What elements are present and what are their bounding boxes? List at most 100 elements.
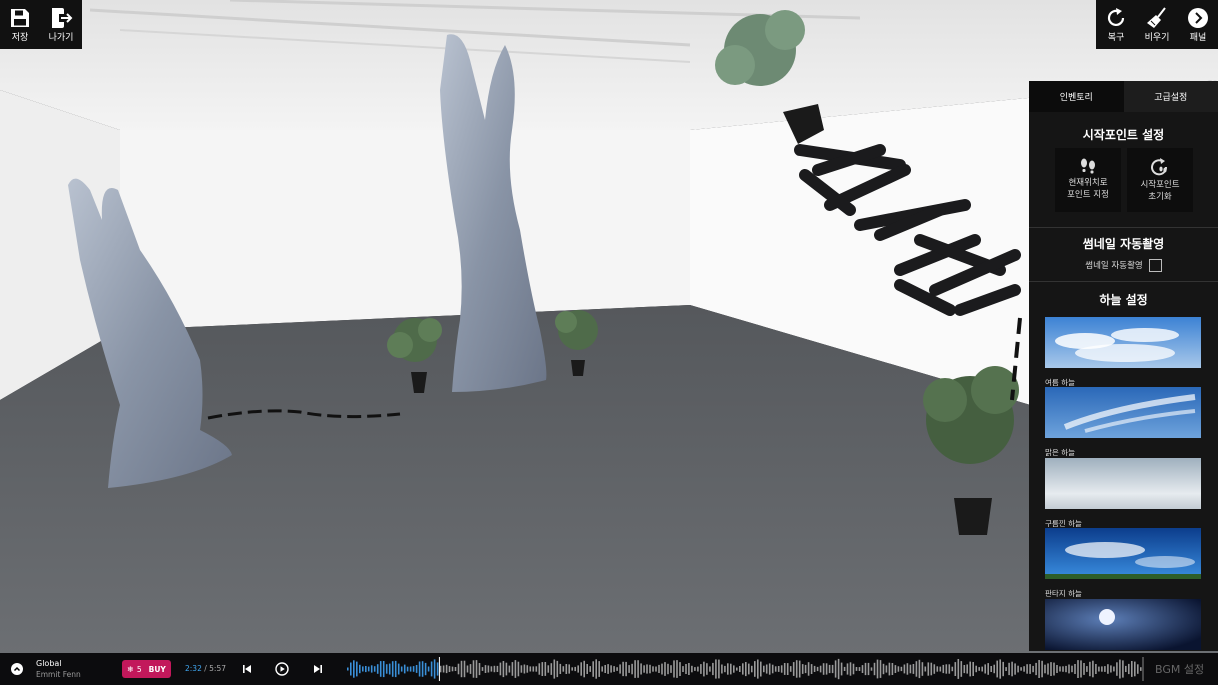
sky-thumbnail — [1045, 458, 1201, 509]
waveform-bar — [798, 660, 801, 678]
waveform-bar — [679, 662, 681, 676]
save-icon — [11, 9, 29, 27]
waveform-bar — [840, 662, 843, 676]
waveform-bar — [721, 664, 723, 674]
waveform-bar — [359, 664, 361, 674]
waveform-bar — [993, 664, 995, 674]
waveform-bar — [610, 665, 612, 673]
sky-option-night[interactable] — [1045, 599, 1201, 651]
waveform-bar — [421, 661, 424, 677]
sky-option-fantasy[interactable]: 판타지 하늘 — [1045, 528, 1201, 599]
waveform-bar — [553, 659, 556, 679]
waveform-bar — [664, 662, 666, 676]
waveform-bar — [403, 664, 406, 674]
waveform-bar — [353, 660, 355, 678]
sky-option-label: 맑은 하늘 — [1045, 448, 1075, 457]
waveform-bar — [1134, 661, 1136, 677]
exit-button[interactable]: 나가기 — [44, 4, 78, 44]
waveform-bar — [1068, 664, 1070, 674]
waveform-bar — [1071, 665, 1073, 673]
waveform-bar — [451, 666, 454, 672]
waveform-bar — [1140, 667, 1142, 671]
waveform-bar — [646, 664, 648, 674]
waveform-bar — [921, 662, 924, 676]
waveform-bar — [463, 660, 466, 678]
waveform-bar — [661, 663, 663, 675]
thumbnail-auto-label: 썸네일 자동촬영 — [1085, 261, 1143, 271]
waveform-bar — [487, 665, 490, 673]
collapse-button[interactable] — [11, 663, 23, 675]
waveform-bar — [972, 662, 974, 676]
waveform-bar — [1137, 664, 1139, 674]
waveform-bar — [730, 663, 732, 675]
buy-button[interactable]: ❄ 5 BUY — [122, 660, 171, 678]
reset-start-point-button[interactable]: 시작포인트 초기화 — [1127, 148, 1193, 212]
artist-name: Emmit Fenn — [36, 670, 81, 679]
waveform-bar — [362, 666, 364, 672]
waveform-bar — [1020, 667, 1022, 671]
clear-button[interactable]: 비우기 — [1140, 4, 1174, 44]
playlist-name: Global — [36, 659, 62, 668]
waveform-bar — [915, 661, 918, 677]
save-button[interactable]: 저장 — [3, 4, 37, 44]
waveform-bar — [1086, 666, 1088, 672]
clear-label: 비우기 — [1144, 33, 1170, 43]
waveform-bar — [1116, 662, 1118, 676]
waveform-bar — [538, 663, 541, 675]
tab-inventory[interactable]: 인벤토리 — [1029, 81, 1124, 112]
waveform-bar — [804, 664, 807, 674]
reset-footprints-icon — [1151, 158, 1168, 176]
sky-option-cloudy[interactable]: 구름낀 하늘 — [1045, 458, 1201, 529]
waveform-bar — [1002, 661, 1004, 677]
waveform-bar — [367, 666, 370, 672]
thumbnail-auto-checkbox[interactable] — [1148, 258, 1162, 272]
waveform-bar — [780, 665, 783, 673]
waveform-bar — [822, 663, 825, 675]
waveform-bar — [751, 665, 753, 673]
waveform-bar — [1032, 665, 1034, 673]
waveform-bar — [643, 665, 645, 673]
exit-label: 나가기 — [48, 33, 74, 43]
next-track-icon[interactable] — [313, 664, 323, 674]
waveform-bar — [607, 664, 609, 674]
set-start-point-line1: 현재위치로 — [1068, 178, 1108, 188]
waveform-bar — [433, 659, 436, 679]
waveform-bar — [370, 665, 373, 673]
waveform-bar — [481, 667, 484, 671]
tab-advanced-settings[interactable]: 고급설정 — [1123, 81, 1218, 112]
set-start-point-button[interactable]: 현재위치로 포인트 지정 — [1055, 148, 1121, 212]
waveform-bar — [1113, 666, 1115, 672]
waveform-seekbar[interactable] — [345, 656, 1145, 682]
waveform-bar — [960, 661, 963, 677]
play-icon[interactable] — [275, 662, 289, 676]
waveform-bar — [933, 664, 936, 674]
waveform-bar — [622, 661, 624, 677]
waveform-bar — [795, 660, 798, 678]
start-point-title: 시작포인트 설정 — [1082, 128, 1165, 142]
waveform-bar — [771, 664, 774, 674]
restore-button[interactable]: 복구 — [1099, 4, 1133, 44]
waveform-bar — [777, 666, 780, 672]
waveform-bar — [541, 662, 544, 676]
waveform-bar — [523, 664, 526, 674]
sky-option-summer[interactable]: 여름 하늘 — [1045, 317, 1201, 388]
elapsed-time: 2:32 — [185, 664, 202, 673]
waveform-bar — [469, 664, 472, 674]
waveform-bar — [1044, 664, 1046, 674]
waveform-bar — [885, 665, 888, 673]
waveform-bar — [400, 666, 403, 672]
waveform-bar — [718, 659, 720, 679]
waveform-bar — [765, 664, 768, 674]
waveform-bar — [975, 665, 977, 673]
bgm-settings-button[interactable]: BGM 설정 — [1155, 661, 1204, 677]
waveform-bar — [490, 666, 493, 672]
sky-option-clear[interactable]: 맑은 하늘 — [1045, 387, 1201, 458]
reset-start-point-line1: 시작포인트 — [1140, 180, 1180, 190]
waveform-bar — [532, 666, 535, 672]
waveform-bar — [397, 663, 400, 675]
previous-track-icon[interactable] — [242, 664, 252, 674]
waveform-bar — [448, 666, 451, 672]
waveform-bar — [550, 663, 553, 675]
panel-toggle-button[interactable]: 패널 — [1181, 4, 1215, 44]
waveform-bar — [912, 664, 915, 674]
